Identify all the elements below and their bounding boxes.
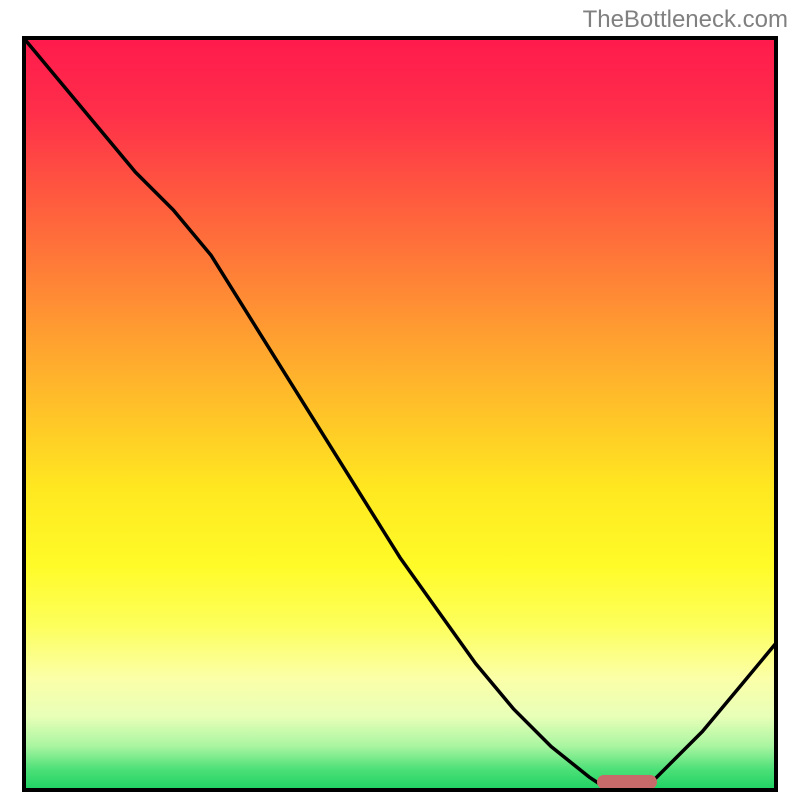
chart-container (22, 36, 778, 792)
curve-svg (22, 36, 778, 792)
x-axis-line (22, 788, 778, 792)
watermark-text: TheBottleneck.com (583, 6, 788, 34)
optimal-range-marker (597, 775, 657, 789)
bottleneck-curve-line (22, 36, 778, 792)
